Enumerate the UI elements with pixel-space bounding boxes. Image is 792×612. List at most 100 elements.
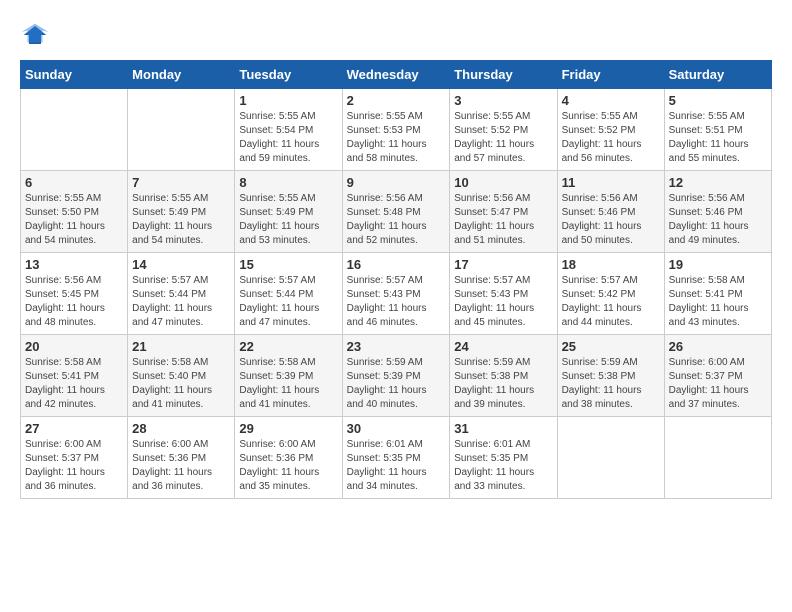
day-number: 25 [562, 339, 660, 354]
calendar-header-row: SundayMondayTuesdayWednesdayThursdayFrid… [21, 61, 772, 89]
day-number: 2 [347, 93, 446, 108]
calendar-cell [128, 89, 235, 171]
day-info: Sunrise: 6:00 AMSunset: 5:37 PMDaylight:… [669, 356, 767, 412]
day-info: Sunrise: 5:57 AMSunset: 5:43 PMDaylight:… [347, 274, 446, 330]
day-number: 15 [239, 257, 337, 272]
day-info: Sunrise: 6:01 AMSunset: 5:35 PMDaylight:… [347, 438, 446, 494]
day-info: Sunrise: 6:00 AMSunset: 5:36 PMDaylight:… [239, 438, 337, 494]
day-info: Sunrise: 5:58 AMSunset: 5:39 PMDaylight:… [239, 356, 337, 412]
weekday-header-sunday: Sunday [21, 61, 128, 89]
day-number: 20 [25, 339, 123, 354]
calendar-cell: 4 Sunrise: 5:55 AMSunset: 5:52 PMDaylight… [557, 89, 664, 171]
day-info: Sunrise: 5:57 AMSunset: 5:43 PMDaylight:… [454, 274, 552, 330]
calendar-cell: 3 Sunrise: 5:55 AMSunset: 5:52 PMDaylight… [450, 89, 557, 171]
day-number: 6 [25, 175, 123, 190]
day-info: Sunrise: 5:57 AMSunset: 5:44 PMDaylight:… [239, 274, 337, 330]
calendar-cell [21, 89, 128, 171]
day-info: Sunrise: 5:58 AMSunset: 5:41 PMDaylight:… [669, 274, 767, 330]
calendar-week-1: 1Sunrise: 5:55 AMSunset: 5:54 PMDaylight… [21, 89, 772, 171]
day-info: Sunrise: 5:59 AMSunset: 5:38 PMDaylight:… [454, 356, 552, 412]
day-number: 19 [669, 257, 767, 272]
day-number: 28 [132, 421, 230, 436]
calendar-cell: 23 Sunrise: 5:59 AMSunset: 5:39 PMDayligh… [342, 335, 450, 417]
day-number: 16 [347, 257, 446, 272]
day-number: 8 [239, 175, 337, 190]
day-info: Sunrise: 5:56 AMSunset: 5:46 PMDaylight:… [669, 192, 767, 248]
day-number: 9 [347, 175, 446, 190]
calendar-cell: 18 Sunrise: 5:57 AMSunset: 5:42 PMDayligh… [557, 253, 664, 335]
weekday-header-wednesday: Wednesday [342, 61, 450, 89]
calendar-cell: 16 Sunrise: 5:57 AMSunset: 5:43 PMDayligh… [342, 253, 450, 335]
calendar-cell: 1Sunrise: 5:55 AMSunset: 5:54 PMDaylight… [235, 89, 342, 171]
day-info: Sunrise: 6:01 AMSunset: 5:35 PMDaylight:… [454, 438, 552, 494]
day-info: Sunrise: 5:56 AMSunset: 5:46 PMDaylight:… [562, 192, 660, 248]
day-number: 30 [347, 421, 446, 436]
day-number: 29 [239, 421, 337, 436]
weekday-header-friday: Friday [557, 61, 664, 89]
day-info: Sunrise: 5:55 AMSunset: 5:52 PMDaylight:… [562, 110, 660, 166]
calendar-cell: 24 Sunrise: 5:59 AMSunset: 5:38 PMDayligh… [450, 335, 557, 417]
day-number: 26 [669, 339, 767, 354]
day-number: 23 [347, 339, 446, 354]
calendar-cell: 21 Sunrise: 5:58 AMSunset: 5:40 PMDayligh… [128, 335, 235, 417]
day-number: 18 [562, 257, 660, 272]
day-number: 31 [454, 421, 552, 436]
day-info: Sunrise: 5:58 AMSunset: 5:40 PMDaylight:… [132, 356, 230, 412]
calendar-cell: 19 Sunrise: 5:58 AMSunset: 5:41 PMDayligh… [664, 253, 771, 335]
calendar-cell: 14 Sunrise: 5:57 AMSunset: 5:44 PMDayligh… [128, 253, 235, 335]
calendar-cell [664, 417, 771, 499]
day-number: 14 [132, 257, 230, 272]
day-number: 27 [25, 421, 123, 436]
calendar-cell: 25 Sunrise: 5:59 AMSunset: 5:38 PMDayligh… [557, 335, 664, 417]
day-info: Sunrise: 5:59 AMSunset: 5:38 PMDaylight:… [562, 356, 660, 412]
calendar-week-2: 6 Sunrise: 5:55 AMSunset: 5:50 PMDaylight… [21, 171, 772, 253]
day-info: Sunrise: 6:00 AMSunset: 5:37 PMDaylight:… [25, 438, 123, 494]
day-number: 11 [562, 175, 660, 190]
day-info: Sunrise: 5:55 AMSunset: 5:53 PMDaylight:… [347, 110, 446, 166]
calendar-cell: 28 Sunrise: 6:00 AMSunset: 5:36 PMDayligh… [128, 417, 235, 499]
calendar-cell: 8Sunrise: 5:55 AMSunset: 5:49 PMDaylight… [235, 171, 342, 253]
day-info: Sunrise: 5:56 AMSunset: 5:45 PMDaylight:… [25, 274, 123, 330]
day-number: 17 [454, 257, 552, 272]
calendar-cell [557, 417, 664, 499]
calendar-cell: 17 Sunrise: 5:57 AMSunset: 5:43 PMDayligh… [450, 253, 557, 335]
day-number: 21 [132, 339, 230, 354]
day-info: Sunrise: 5:59 AMSunset: 5:39 PMDaylight:… [347, 356, 446, 412]
day-info: Sunrise: 5:56 AMSunset: 5:47 PMDaylight:… [454, 192, 552, 248]
day-info: Sunrise: 5:55 AMSunset: 5:52 PMDaylight:… [454, 110, 552, 166]
day-number: 24 [454, 339, 552, 354]
day-info: Sunrise: 5:56 AMSunset: 5:48 PMDaylight:… [347, 192, 446, 248]
day-number: 5 [669, 93, 767, 108]
weekday-header-tuesday: Tuesday [235, 61, 342, 89]
day-info: Sunrise: 5:55 AMSunset: 5:50 PMDaylight:… [25, 192, 123, 248]
logo-bird-icon [20, 20, 50, 50]
weekday-header-saturday: Saturday [664, 61, 771, 89]
day-info: Sunrise: 6:00 AMSunset: 5:36 PMDaylight:… [132, 438, 230, 494]
logo [20, 20, 54, 50]
day-number: 4 [562, 93, 660, 108]
weekday-header-thursday: Thursday [450, 61, 557, 89]
calendar-cell: 10 Sunrise: 5:56 AMSunset: 5:47 PMDayligh… [450, 171, 557, 253]
calendar-week-4: 20 Sunrise: 5:58 AMSunset: 5:41 PMDayligh… [21, 335, 772, 417]
calendar-cell: 12Sunrise: 5:56 AMSunset: 5:46 PMDayligh… [664, 171, 771, 253]
calendar-cell: 22 Sunrise: 5:58 AMSunset: 5:39 PMDayligh… [235, 335, 342, 417]
weekday-header-monday: Monday [128, 61, 235, 89]
day-number: 7 [132, 175, 230, 190]
calendar-cell: 20 Sunrise: 5:58 AMSunset: 5:41 PMDayligh… [21, 335, 128, 417]
calendar-week-3: 13Sunrise: 5:56 AMSunset: 5:45 PMDayligh… [21, 253, 772, 335]
day-number: 10 [454, 175, 552, 190]
day-info: Sunrise: 5:57 AMSunset: 5:42 PMDaylight:… [562, 274, 660, 330]
calendar-cell: 27 Sunrise: 6:00 AMSunset: 5:37 PMDayligh… [21, 417, 128, 499]
calendar-cell: 2 Sunrise: 5:55 AMSunset: 5:53 PMDaylight… [342, 89, 450, 171]
day-info: Sunrise: 5:57 AMSunset: 5:44 PMDaylight:… [132, 274, 230, 330]
calendar-cell: 13Sunrise: 5:56 AMSunset: 5:45 PMDayligh… [21, 253, 128, 335]
calendar-cell: 26 Sunrise: 6:00 AMSunset: 5:37 PMDayligh… [664, 335, 771, 417]
day-info: Sunrise: 5:55 AMSunset: 5:54 PMDaylight:… [239, 110, 337, 166]
calendar-cell: 7Sunrise: 5:55 AMSunset: 5:49 PMDaylight… [128, 171, 235, 253]
day-info: Sunrise: 5:58 AMSunset: 5:41 PMDaylight:… [25, 356, 123, 412]
calendar-cell: 5Sunrise: 5:55 AMSunset: 5:51 PMDaylight… [664, 89, 771, 171]
day-number: 22 [239, 339, 337, 354]
day-number: 3 [454, 93, 552, 108]
calendar-cell: 15 Sunrise: 5:57 AMSunset: 5:44 PMDayligh… [235, 253, 342, 335]
calendar-cell: 31 Sunrise: 6:01 AMSunset: 5:35 PMDayligh… [450, 417, 557, 499]
